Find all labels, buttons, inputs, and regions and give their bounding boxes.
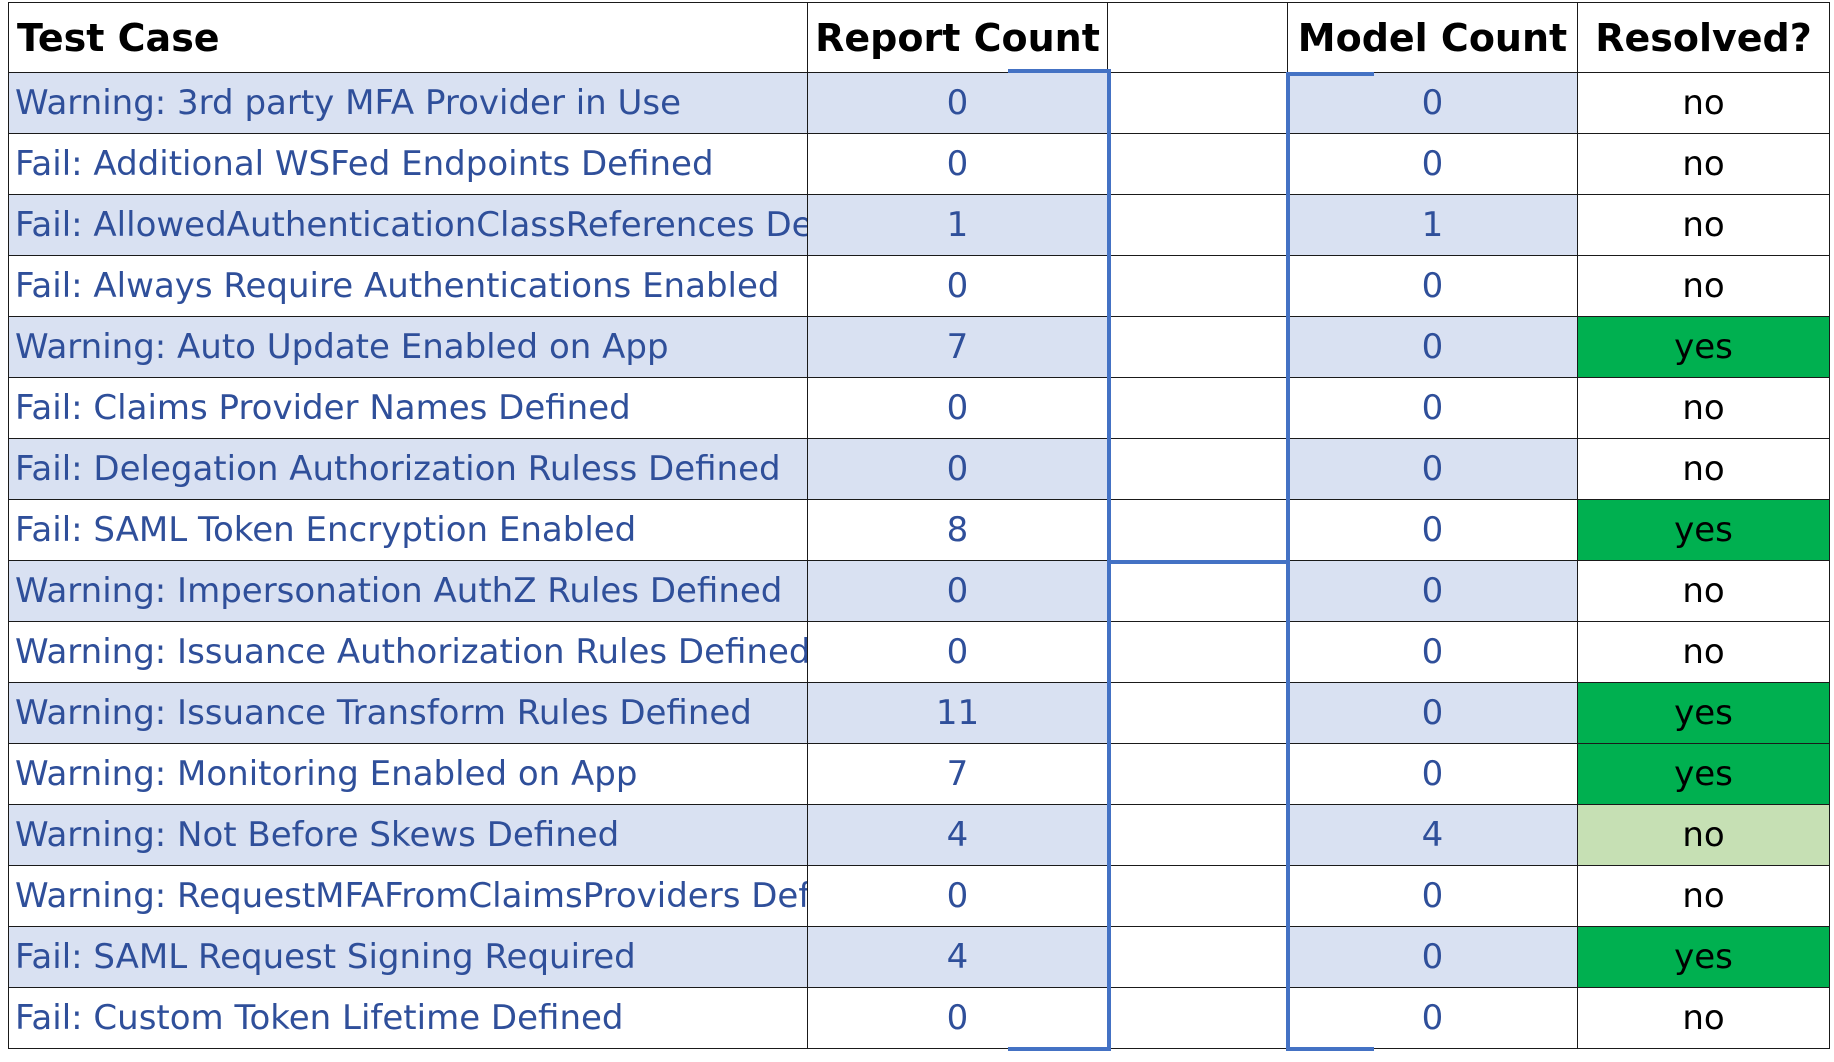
cell-report-count[interactable]: 0 (808, 561, 1108, 622)
cell-spacer[interactable] (1108, 683, 1288, 744)
cell-resolved[interactable]: yes (1578, 744, 1830, 805)
cell-model-count[interactable]: 0 (1288, 927, 1578, 988)
cell-spacer[interactable] (1108, 805, 1288, 866)
cell-spacer[interactable] (1108, 622, 1288, 683)
cell-resolved[interactable]: no (1578, 622, 1830, 683)
cell-resolved[interactable]: no (1578, 866, 1830, 927)
cell-resolved[interactable]: no (1578, 378, 1830, 439)
connector-line (1107, 560, 1290, 564)
cell-model-count[interactable]: 0 (1288, 866, 1578, 927)
cell-report-count[interactable]: 0 (808, 134, 1108, 195)
cell-test-case[interactable]: Warning: 3rd party MFA Provider in Use (8, 73, 808, 134)
cell-report-count[interactable]: 11 (808, 683, 1108, 744)
cell-report-count[interactable]: 1 (808, 195, 1108, 256)
cell-test-case[interactable]: Warning: Not Before Skews Defined (8, 805, 808, 866)
cell-resolved[interactable]: no (1578, 73, 1830, 134)
cell-resolved[interactable]: no (1578, 134, 1830, 195)
cell-model-count[interactable]: 0 (1288, 744, 1578, 805)
header-report-count[interactable]: Report Count (808, 2, 1108, 73)
bracket-right-bottom (1286, 1047, 1374, 1051)
cell-report-count[interactable]: 0 (808, 256, 1108, 317)
cell-model-count[interactable]: 0 (1288, 317, 1578, 378)
cell-resolved[interactable]: yes (1578, 317, 1830, 378)
cell-resolved[interactable]: no (1578, 195, 1830, 256)
cell-test-case[interactable]: Warning: Monitoring Enabled on App (8, 744, 808, 805)
cell-test-case[interactable]: Warning: Issuance Authorization Rules De… (8, 622, 808, 683)
cell-model-count[interactable]: 4 (1288, 805, 1578, 866)
cell-test-case[interactable]: Warning: Impersonation AuthZ Rules Defin… (8, 561, 808, 622)
cell-report-count[interactable]: 4 (808, 805, 1108, 866)
cell-resolved[interactable]: yes (1578, 683, 1830, 744)
bracket-left-bottom (1008, 1047, 1111, 1051)
cell-resolved[interactable]: no (1578, 561, 1830, 622)
cell-test-case[interactable]: Fail: Delegation Authorization Ruless De… (8, 439, 808, 500)
cell-model-count[interactable]: 0 (1288, 622, 1578, 683)
cell-report-count[interactable]: 0 (808, 73, 1108, 134)
cell-resolved[interactable]: no (1578, 805, 1830, 866)
cell-report-count[interactable]: 8 (808, 500, 1108, 561)
cell-test-case[interactable]: Warning: RequestMFAFromClaimsProviders D… (8, 866, 808, 927)
cell-report-count[interactable]: 7 (808, 317, 1108, 378)
cell-spacer[interactable] (1108, 744, 1288, 805)
cell-spacer[interactable] (1108, 927, 1288, 988)
cell-model-count[interactable]: 0 (1288, 561, 1578, 622)
cell-report-count[interactable]: 0 (808, 866, 1108, 927)
cell-spacer[interactable] (1108, 561, 1288, 622)
cell-test-case[interactable]: Fail: SAML Token Encryption Enabled (8, 500, 808, 561)
cell-resolved[interactable]: yes (1578, 500, 1830, 561)
cell-report-count[interactable]: 4 (808, 927, 1108, 988)
header-model-count[interactable]: Model Count (1288, 2, 1578, 73)
cell-test-case[interactable]: Fail: Claims Provider Names Defined (8, 378, 808, 439)
bracket-left-top (1008, 69, 1111, 73)
cell-report-count[interactable]: 0 (808, 439, 1108, 500)
cell-test-case[interactable]: Fail: Custom Token Lifetime Defined (8, 988, 808, 1049)
cell-test-case[interactable]: Fail: AllowedAuthenticationClassReferenc… (8, 195, 808, 256)
cell-spacer[interactable] (1108, 500, 1288, 561)
cell-resolved[interactable]: no (1578, 439, 1830, 500)
cell-model-count[interactable]: 0 (1288, 683, 1578, 744)
cell-spacer[interactable] (1108, 256, 1288, 317)
cell-model-count[interactable]: 0 (1288, 256, 1578, 317)
cell-spacer[interactable] (1108, 195, 1288, 256)
cell-model-count[interactable]: 0 (1288, 134, 1578, 195)
cell-resolved[interactable]: no (1578, 256, 1830, 317)
cell-test-case[interactable]: Warning: Issuance Transform Rules Define… (8, 683, 808, 744)
cell-resolved[interactable]: yes (1578, 927, 1830, 988)
cell-model-count[interactable]: 0 (1288, 439, 1578, 500)
cell-report-count[interactable]: 0 (808, 622, 1108, 683)
cell-test-case[interactable]: Warning: Auto Update Enabled on App (8, 317, 808, 378)
cell-model-count[interactable]: 1 (1288, 195, 1578, 256)
header-test-case[interactable]: Test Case (8, 2, 808, 73)
cell-spacer[interactable] (1108, 866, 1288, 927)
cell-model-count[interactable]: 0 (1288, 73, 1578, 134)
cell-report-count[interactable]: 0 (808, 988, 1108, 1049)
header-resolved[interactable]: Resolved? (1578, 2, 1830, 73)
cell-test-case[interactable]: Fail: SAML Request Signing Required (8, 927, 808, 988)
cell-spacer[interactable] (1108, 378, 1288, 439)
cell-spacer[interactable] (1108, 988, 1288, 1049)
cell-resolved[interactable]: no (1578, 988, 1830, 1049)
spreadsheet-table: Test Case Report Count Model Count Resolved… (0, 0, 1834, 1062)
bracket-right-top (1286, 72, 1374, 76)
cell-spacer[interactable] (1108, 317, 1288, 378)
cell-test-case[interactable]: Fail: Always Require Authentications Ena… (8, 256, 808, 317)
cell-report-count[interactable]: 0 (808, 378, 1108, 439)
cell-report-count[interactable]: 7 (808, 744, 1108, 805)
cell-model-count[interactable]: 0 (1288, 378, 1578, 439)
cell-spacer[interactable] (1108, 439, 1288, 500)
cell-model-count[interactable]: 0 (1288, 500, 1578, 561)
cell-model-count[interactable]: 0 (1288, 988, 1578, 1049)
cell-test-case[interactable]: Fail: Additional WSFed Endpoints Defined (8, 134, 808, 195)
header-spacer[interactable] (1108, 2, 1288, 73)
cell-spacer[interactable] (1108, 134, 1288, 195)
cell-spacer[interactable] (1108, 73, 1288, 134)
